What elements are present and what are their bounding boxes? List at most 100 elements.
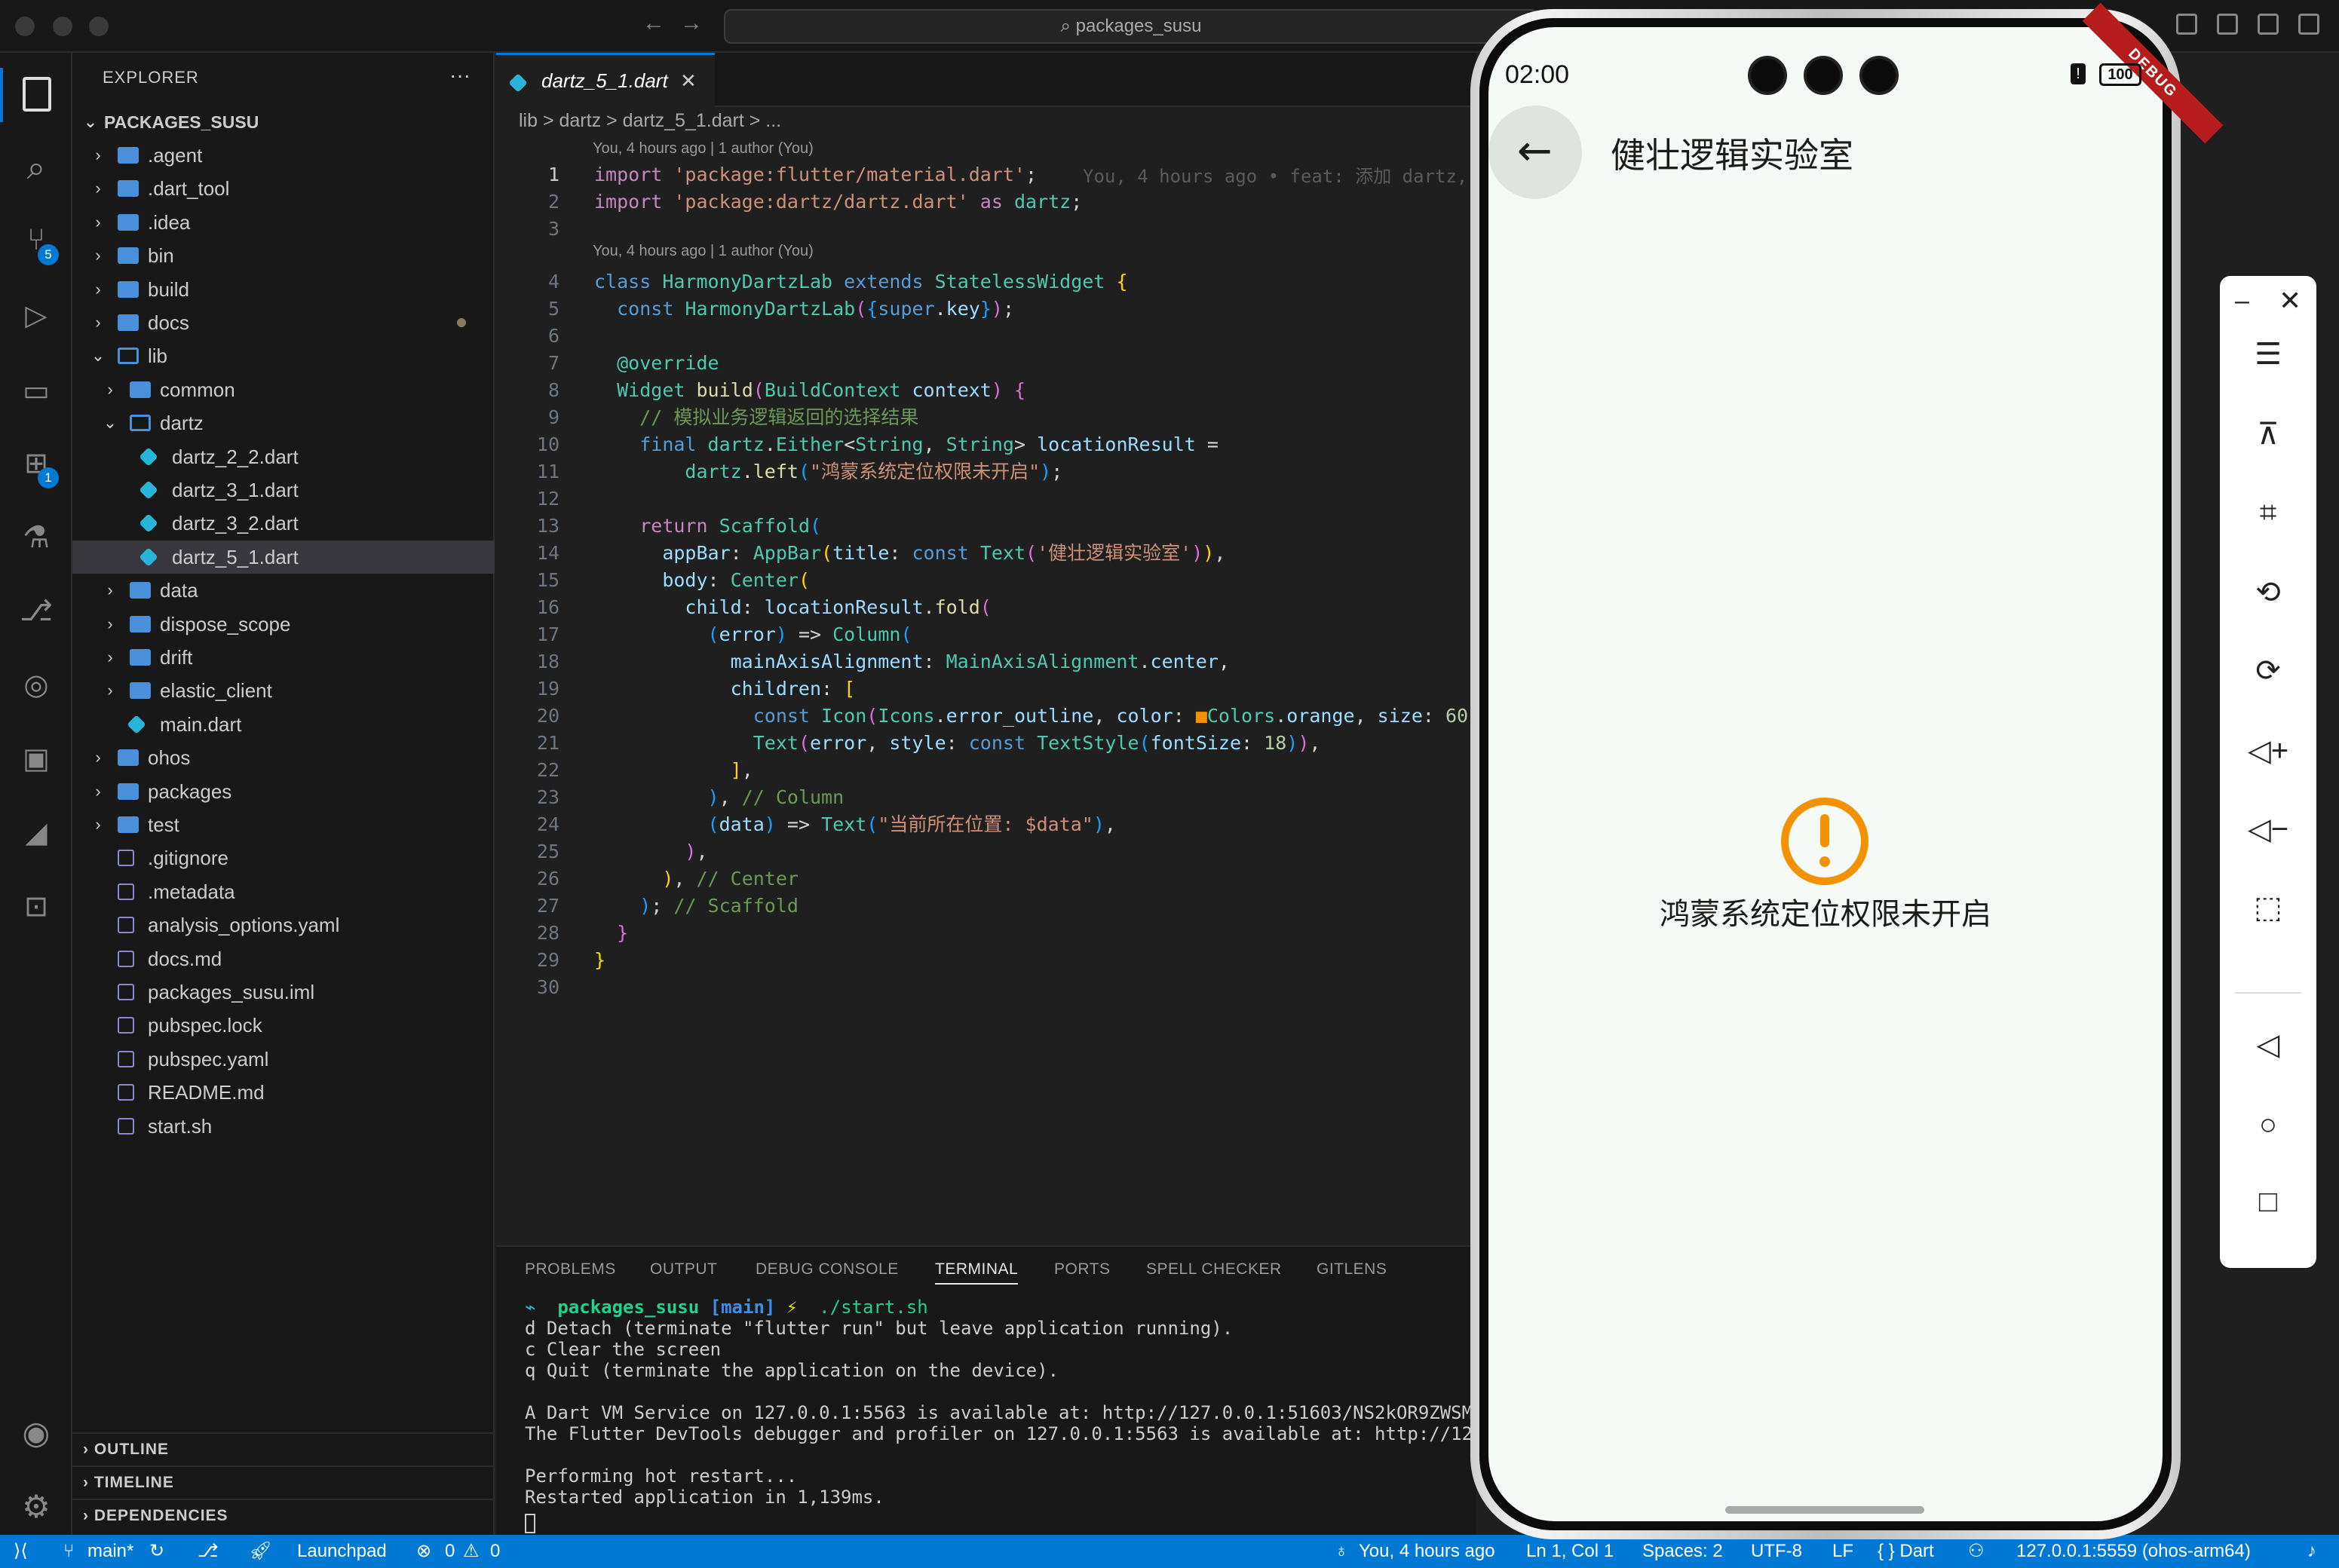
code-line[interactable]: 21 Text(error, style: const TextStyle(fo… bbox=[498, 730, 1478, 757]
source-control-icon[interactable]: ⑂ 5 bbox=[17, 223, 59, 265]
code-line[interactable]: 13 return Scaffold( bbox=[498, 513, 1478, 540]
code-line[interactable]: 5 const HarmonyDartzLab({super.key}); bbox=[498, 296, 1478, 323]
encoding[interactable]: UTF-8 bbox=[1751, 1535, 1802, 1568]
tab-ports[interactable]: PORTS bbox=[1054, 1260, 1110, 1279]
code-line[interactable]: 11 dartz.left("鸿蒙系统定位权限未开启"); bbox=[498, 458, 1478, 485]
code-line[interactable]: 30 bbox=[498, 974, 1478, 1001]
tree-item[interactable]: › common bbox=[72, 373, 495, 406]
nav-recents-icon[interactable]: □ bbox=[2220, 1179, 2316, 1224]
tree-item[interactable]: › bin bbox=[72, 239, 495, 272]
code-line[interactable]: 19 children: [ bbox=[498, 675, 1478, 703]
code-line[interactable]: 26 ), // Center bbox=[498, 865, 1478, 893]
home-indicator[interactable] bbox=[1725, 1506, 1924, 1514]
tree-item[interactable]: pubspec.yaml bbox=[72, 1043, 495, 1076]
close-window-button[interactable] bbox=[15, 17, 35, 36]
dependencies-section[interactable]: › DEPENDENCIES bbox=[72, 1499, 495, 1532]
volume-down-icon[interactable]: ◁− bbox=[2220, 807, 2316, 852]
warning-count[interactable]: 0 bbox=[490, 1535, 500, 1568]
tree-item[interactable]: dartz_3_1.dart bbox=[72, 473, 495, 507]
code-line[interactable]: 15 body: Center( bbox=[498, 567, 1478, 594]
menu-icon[interactable]: ☰ bbox=[2220, 332, 2316, 377]
code-line[interactable]: 18 mainAxisAlignment: MainAxisAlignment.… bbox=[498, 648, 1478, 675]
gear-icon[interactable]: ⚙ bbox=[17, 1488, 56, 1527]
launchpad-item[interactable]: Launchpad bbox=[297, 1535, 387, 1568]
terminal-cursor[interactable] bbox=[525, 1514, 535, 1533]
crop-icon[interactable]: ⌗ bbox=[2220, 490, 2316, 535]
branch-name[interactable]: main* bbox=[87, 1535, 133, 1568]
notifications-icon[interactable]: ♪ bbox=[2307, 1535, 2316, 1568]
run-debug-icon[interactable]: ▷ bbox=[17, 299, 56, 338]
command-center-search[interactable]: ⌕ packages_susu bbox=[724, 9, 1538, 44]
tree-item[interactable]: › elastic_client bbox=[72, 674, 495, 707]
remote-icon[interactable]: ⟩⟨ bbox=[14, 1535, 28, 1568]
back-arrow-icon[interactable]: ← bbox=[642, 11, 665, 36]
shake-icon[interactable]: ⬚ bbox=[2220, 885, 2316, 930]
tree-item[interactable]: › ohos bbox=[72, 741, 495, 774]
tree-item[interactable]: › test bbox=[72, 808, 495, 841]
tree-item[interactable]: › packages bbox=[72, 775, 495, 808]
tree-item[interactable]: ⌄ lib bbox=[72, 339, 495, 372]
inspector-icon[interactable]: ⊡ bbox=[17, 890, 56, 929]
tree-item[interactable]: dartz_3_2.dart bbox=[72, 507, 495, 540]
close-icon[interactable]: ✕ bbox=[680, 55, 697, 106]
sidebar-toggle-icon[interactable] bbox=[2258, 14, 2279, 35]
codelens-author-2[interactable]: You, 4 hours ago | 1 author (You) bbox=[593, 243, 814, 260]
testing-icon[interactable]: ⚗ bbox=[17, 520, 56, 559]
panel-toggle-icon[interactable] bbox=[2217, 14, 2238, 35]
volume-up-icon[interactable]: ◁+ bbox=[2220, 728, 2316, 773]
tab-spell-checker[interactable]: SPELL CHECKER bbox=[1146, 1260, 1282, 1279]
status-blame[interactable]: You, 4 hours ago bbox=[1359, 1535, 1495, 1568]
rotate-right-icon[interactable]: ⟳ bbox=[2220, 648, 2316, 694]
tree-item[interactable]: ⌄ dartz bbox=[72, 406, 495, 439]
code-line[interactable]: 20 const Icon(Icons.error_outline, color… bbox=[498, 703, 1491, 730]
code-line[interactable]: 22 ], bbox=[498, 757, 1478, 784]
tab-terminal[interactable]: TERMINAL bbox=[935, 1260, 1019, 1285]
code-line[interactable]: 23 ), // Column bbox=[498, 784, 1478, 811]
tree-item[interactable]: › .dart_tool bbox=[72, 172, 495, 205]
phone-screen[interactable] bbox=[1488, 27, 2163, 1521]
workspace-root[interactable]: ⌄ PACKAGES_SUSU bbox=[72, 106, 495, 139]
tree-item[interactable]: docs.md bbox=[72, 942, 495, 975]
error-count[interactable]: 0 bbox=[445, 1535, 455, 1568]
sync-icon[interactable]: ↻ bbox=[149, 1535, 164, 1568]
tree-item[interactable]: dartz_2_2.dart bbox=[72, 440, 495, 473]
close-icon[interactable]: ✕ bbox=[2279, 285, 2301, 317]
copilot-icon[interactable]: ⚇ bbox=[1968, 1535, 1985, 1568]
tab-debug-console[interactable]: DEBUG CONSOLE bbox=[756, 1260, 899, 1279]
customize-layout-icon[interactable] bbox=[2298, 14, 2319, 35]
pin-off-icon[interactable]: ⊼ bbox=[2220, 412, 2316, 457]
tree-item[interactable]: dartz_5_1.dart bbox=[72, 540, 495, 574]
timeline-section[interactable]: › TIMELINE bbox=[72, 1465, 495, 1499]
code-line[interactable]: 28 } bbox=[498, 920, 1478, 947]
error-icon[interactable]: ⊗ bbox=[416, 1535, 431, 1568]
tree-item[interactable]: .gitignore bbox=[72, 841, 495, 874]
code-line[interactable]: 4 class HarmonyDartzLab extends Stateless… bbox=[498, 268, 1478, 296]
tab-dartz-5-1[interactable]: dartz_5_1.dart ✕ bbox=[496, 53, 715, 107]
tree-item[interactable]: › build bbox=[72, 273, 495, 306]
code-line[interactable]: 16 child: locationResult.fold( bbox=[498, 594, 1478, 621]
minimize-icon[interactable]: – bbox=[2235, 286, 2249, 316]
tree-item[interactable]: start.sh bbox=[72, 1110, 495, 1143]
tree-item[interactable]: .metadata bbox=[72, 875, 495, 908]
outline-section[interactable]: › OUTLINE bbox=[72, 1432, 495, 1465]
code-line[interactable]: 27 ); // Scaffold bbox=[498, 893, 1478, 920]
indentation[interactable]: Spaces: 2 bbox=[1642, 1535, 1723, 1568]
minimize-window-button[interactable] bbox=[53, 17, 72, 36]
line-ending[interactable]: LF bbox=[1832, 1535, 1853, 1568]
code-line[interactable]: 24 (data) => Text("当前所在位置: $data"), bbox=[498, 811, 1478, 838]
tree-item[interactable]: pubspec.lock bbox=[72, 1009, 495, 1042]
tab-gitlens[interactable]: GITLENS bbox=[1317, 1260, 1387, 1279]
code-line[interactable]: 10 final dartz.Either<String, String> lo… bbox=[498, 431, 1478, 458]
code-line[interactable]: 25 ), bbox=[498, 838, 1478, 865]
tree-item[interactable]: › drift bbox=[72, 641, 495, 674]
tree-item[interactable]: analysis_options.yaml bbox=[72, 908, 495, 942]
tab-problems[interactable]: PROBLEMS bbox=[525, 1260, 616, 1279]
search-icon[interactable]: ⌕ bbox=[17, 149, 56, 188]
language-mode[interactable]: { } Dart bbox=[1878, 1535, 1934, 1568]
code-line[interactable]: 12 bbox=[498, 485, 1478, 513]
code-line[interactable]: 9 // 模拟业务逻辑返回的选择结果 bbox=[498, 404, 1478, 431]
code-line[interactable]: 3 bbox=[498, 216, 1478, 243]
tree-item[interactable]: › .idea bbox=[72, 206, 495, 239]
back-button[interactable]: ← bbox=[1488, 106, 1582, 199]
layout-toggle-icon[interactable] bbox=[2176, 14, 2197, 35]
